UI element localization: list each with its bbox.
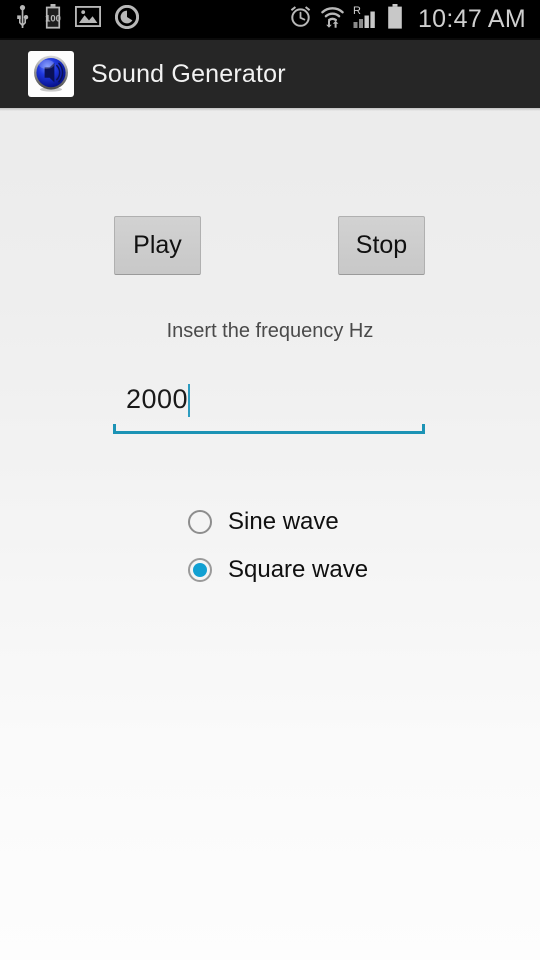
stop-button[interactable]: Stop — [338, 216, 425, 275]
status-bar-clock: 10:47 AM — [417, 4, 526, 33]
frequency-input-value: 2000 — [126, 384, 189, 414]
radio-option-square-wave[interactable]: Square wave — [188, 546, 368, 594]
app-circle-icon — [114, 4, 140, 34]
radio-circle-checked-icon — [188, 558, 212, 582]
radio-circle-icon — [188, 510, 212, 534]
action-bar: Sound Generator — [0, 40, 540, 108]
app-title: Sound Generator — [91, 59, 286, 88]
transport-button-row: Play Stop — [114, 216, 425, 275]
battery-status-icon — [387, 4, 403, 34]
android-app-screen: 100 R 10:47 AM Sound Generator Play Stop… — [0, 0, 540, 960]
roaming-signal-icon: R — [352, 4, 380, 35]
battery-level-text: 100 — [45, 14, 61, 25]
status-bar-right-icons: R 10:47 AM — [288, 4, 532, 35]
battery-full-icon: 100 — [45, 4, 61, 34]
svg-text:R: R — [353, 5, 361, 17]
status-bar: 100 R 10:47 AM — [0, 0, 540, 38]
text-caret — [188, 384, 190, 417]
frequency-input[interactable]: 2000 — [113, 376, 425, 434]
image-gallery-icon — [74, 5, 102, 32]
frequency-hint-label: Insert the frequency Hz — [166, 320, 374, 342]
radio-label-sine-wave: Sine wave — [228, 508, 339, 535]
wave-type-radio-group: Sine wave Square wave — [188, 498, 368, 594]
input-underline — [113, 424, 425, 434]
play-button[interactable]: Play — [114, 216, 201, 275]
wifi-transfer-icon — [320, 4, 345, 34]
main-content: Play Stop Insert the frequency Hz 2000 S… — [0, 108, 540, 960]
radio-dot — [193, 563, 207, 577]
usb-icon — [14, 4, 31, 34]
radio-label-square-wave: Square wave — [228, 556, 369, 583]
radio-option-sine-wave[interactable]: Sine wave — [188, 498, 368, 546]
alarm-clock-icon — [288, 4, 313, 34]
sound-generator-app-icon[interactable] — [28, 51, 74, 97]
status-bar-left-icons: 100 — [14, 4, 140, 34]
